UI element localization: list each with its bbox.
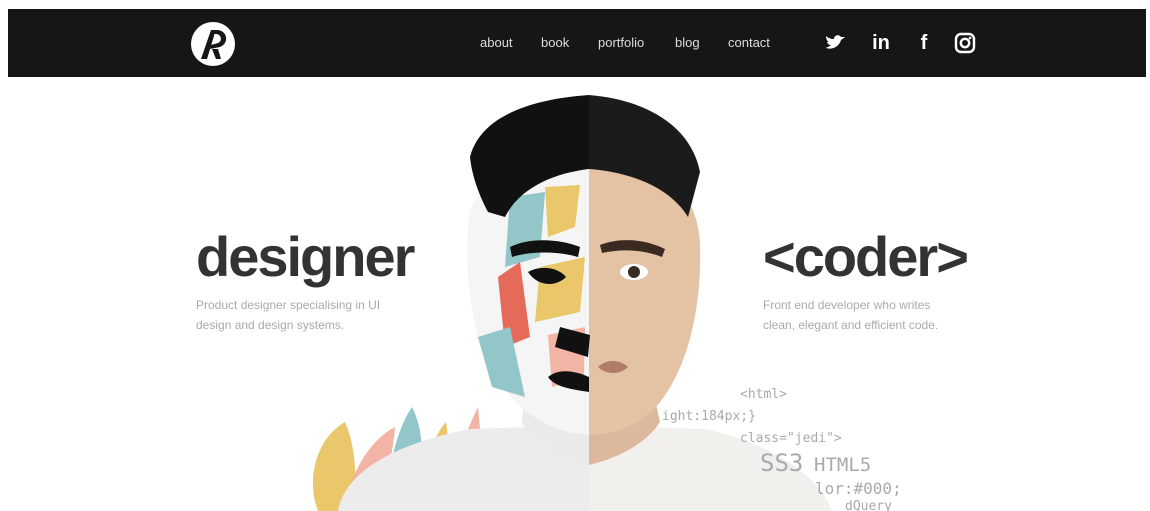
logo[interactable] [190,21,236,67]
header-bar: about book portfolio blog contact in f [8,9,1146,77]
code-color: lor:#000; [815,479,902,498]
nav-contact[interactable]: contact [728,35,770,50]
linkedin-icon[interactable]: in [869,31,893,55]
coder-desc-line-1: Front end developer who writes [763,298,931,312]
hero-section: designer Product designer specialising i… [0,77,1150,511]
instagram-icon[interactable] [953,31,977,55]
designer-desc-line-1: Product designer specialising in UI [196,298,381,312]
coder-title: <coder> [763,225,969,288]
coder-desc-line-2: clean, elegant and efficient code. [763,318,939,332]
nav-blog[interactable]: blog [675,35,700,50]
code-html5: HTML5 [814,454,872,476]
code-class-attr: class="jedi"> [740,431,842,446]
portrait-illustration [312,95,832,511]
code-height: ight:184px;} [662,409,756,424]
facebook-icon[interactable]: f [912,31,936,55]
coder-description: Front end developer who writes clean, el… [763,295,1003,335]
designer-title: designer [196,225,415,288]
twitter-icon[interactable] [824,31,848,55]
code-css3: SS3 [760,449,804,477]
twitter-bird-shape [826,35,845,49]
nav-about[interactable]: about [480,35,513,50]
code-html-tag: <html> [740,387,787,402]
logo-icon [191,22,235,66]
instagram-shape [954,32,976,54]
code-jquery: dQuery [845,499,892,511]
designer-description: Product designer specialising in UI desi… [196,295,436,335]
nav-portfolio[interactable]: portfolio [598,35,644,50]
designer-desc-line-2: design and design systems. [196,318,345,332]
nav-book[interactable]: book [541,35,569,50]
